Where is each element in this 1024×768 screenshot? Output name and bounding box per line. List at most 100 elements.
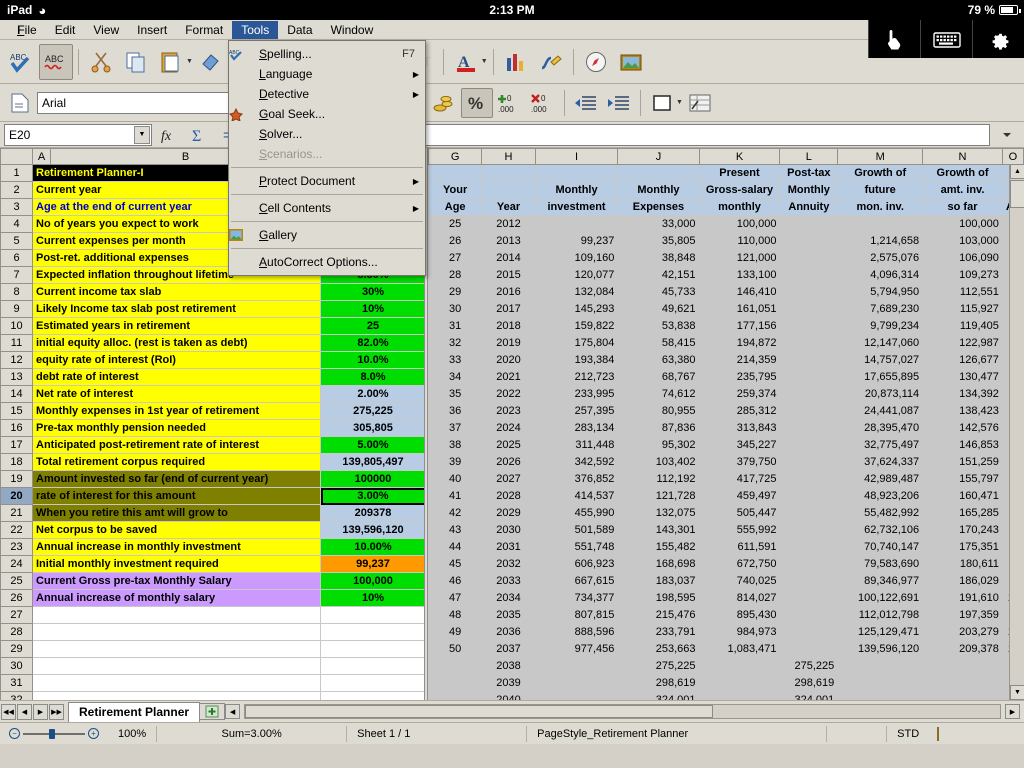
row-header-11[interactable]: 11	[1, 335, 33, 352]
table-header-cell[interactable]: Monthly	[780, 182, 838, 199]
table-cell[interactable]: 41	[429, 488, 482, 505]
table-cell[interactable]: 122,987	[923, 335, 1003, 352]
cell-label-row-16[interactable]: Pre-tax monthly pension needed	[33, 420, 321, 437]
table-cell[interactable]: 43	[429, 522, 482, 539]
table-cell[interactable]: 24,441,087	[838, 403, 923, 420]
table-cell[interactable]: 50	[429, 641, 482, 658]
row-header-3[interactable]: 3	[1, 199, 33, 216]
zoom-slider[interactable]: − +	[0, 728, 108, 739]
table-cell[interactable]: 233,995	[535, 386, 618, 403]
table-cell[interactable]: 134,392	[923, 386, 1003, 403]
table-cell[interactable]: 49	[429, 624, 482, 641]
table-cell[interactable]: 26	[429, 233, 482, 250]
table-cell[interactable]	[780, 369, 838, 386]
table-cell[interactable]	[780, 250, 838, 267]
cell-value-row-23[interactable]: 10.00%	[321, 539, 426, 556]
table-cell[interactable]: 17,655,895	[838, 369, 923, 386]
table-cell[interactable]: 33,000	[618, 216, 699, 233]
keyboard-toggle-button[interactable]	[920, 20, 972, 58]
table-cell[interactable]: 121,728	[618, 488, 699, 505]
table-cell[interactable]	[780, 539, 838, 556]
delete-decimal-icon[interactable]: 0.000	[527, 88, 559, 118]
table-cell[interactable]: 2038	[482, 658, 535, 675]
conditional-format-icon[interactable]	[684, 88, 716, 118]
menu-item-edit[interactable]: Edit	[46, 21, 85, 39]
table-cell[interactable]: 36	[429, 403, 482, 420]
menu-item-file[interactable]: FFile	[8, 21, 46, 39]
table-cell[interactable]	[780, 505, 838, 522]
cell-label-row-25[interactable]: Current Gross pre-tax Monthly Salary	[33, 573, 321, 590]
column-header-A[interactable]: A	[33, 149, 51, 165]
table-cell[interactable]	[429, 692, 482, 701]
row-header-14[interactable]: 14	[1, 386, 33, 403]
table-cell[interactable]: 27	[429, 250, 482, 267]
table-cell[interactable]: 2019	[482, 335, 535, 352]
gallery-image-icon[interactable]	[614, 44, 648, 80]
table-header-cell[interactable]: amt. inv.	[923, 182, 1003, 199]
table-cell[interactable]: 740,025	[699, 573, 780, 590]
menu-item-format[interactable]: Format	[176, 21, 232, 39]
table-header-cell[interactable]	[482, 182, 535, 199]
table-cell[interactable]: 672,750	[699, 556, 780, 573]
table-cell[interactable]: 139,596,120	[838, 641, 923, 658]
row-header-17[interactable]: 17	[1, 437, 33, 454]
add-decimal-icon[interactable]: 0.000	[494, 88, 526, 118]
table-cell[interactable]: 177,156	[699, 318, 780, 335]
menu-option-cell-contents[interactable]: Cell Contents▶	[229, 198, 425, 218]
table-header-cell[interactable]: Growth of	[923, 165, 1003, 182]
table-cell[interactable]	[535, 675, 618, 692]
table-cell[interactable]: 379,750	[699, 454, 780, 471]
menu-item-insert[interactable]: Insert	[128, 21, 176, 39]
table-cell[interactable]: 2021	[482, 369, 535, 386]
clone-formatting-button[interactable]	[194, 44, 228, 80]
table-cell[interactable]: 100,000	[699, 216, 780, 233]
row-header-12[interactable]: 12	[1, 352, 33, 369]
table-cell[interactable]: 49,621	[618, 301, 699, 318]
table-cell[interactable]: 175,804	[535, 335, 618, 352]
row-header-23[interactable]: 23	[1, 539, 33, 556]
cell-value-row-9[interactable]: 10%	[321, 301, 426, 318]
table-cell[interactable]: 7,689,230	[838, 301, 923, 318]
table-cell[interactable]: 214,359	[699, 352, 780, 369]
table-cell[interactable]: 145,293	[535, 301, 618, 318]
menu-option-autocorrect-options[interactable]: AutoCorrect Options...	[229, 252, 425, 272]
cell-label-row-15[interactable]: Monthly expenses in 1st year of retireme…	[33, 403, 321, 420]
menu-option-gallery[interactable]: Gallery	[229, 225, 425, 245]
table-cell[interactable]: 2029	[482, 505, 535, 522]
cell-label-row-26[interactable]: Annual increase of monthly salary	[33, 590, 321, 607]
compass-icon[interactable]	[579, 44, 613, 80]
menu-option-solver[interactable]: Solver...	[229, 124, 425, 144]
row-header-26[interactable]: 26	[1, 590, 33, 607]
table-cell[interactable]: 35	[429, 386, 482, 403]
table-cell[interactable]: 259,374	[699, 386, 780, 403]
row-header-27[interactable]: 27	[1, 607, 33, 624]
table-cell[interactable]: 313,843	[699, 420, 780, 437]
table-cell[interactable]	[780, 437, 838, 454]
cell-value-row-27[interactable]	[321, 607, 426, 624]
table-cell[interactable]	[780, 386, 838, 403]
cell-label-row-30[interactable]	[33, 658, 321, 675]
function-wizard-button[interactable]: fx	[156, 124, 182, 146]
spelling-button[interactable]: ABC	[4, 44, 38, 80]
cell-reference-dropdown-arrow[interactable]: ▼	[134, 126, 150, 144]
table-cell[interactable]: 9,799,234	[838, 318, 923, 335]
table-cell[interactable]	[838, 675, 923, 692]
table-cell[interactable]: 2013	[482, 233, 535, 250]
zoom-slider-track[interactable]	[23, 733, 85, 735]
sum-button[interactable]: Σ	[186, 124, 212, 146]
table-cell[interactable]: 2034	[482, 590, 535, 607]
scroll-down-button[interactable]: ▼	[1010, 685, 1024, 700]
table-cell[interactable]: 2032	[482, 556, 535, 573]
table-cell[interactable]: 212,723	[535, 369, 618, 386]
table-cell[interactable]: 42,989,487	[838, 471, 923, 488]
table-cell[interactable]: 44	[429, 539, 482, 556]
table-cell[interactable]	[780, 216, 838, 233]
table-cell[interactable]	[699, 692, 780, 701]
menu-option-spelling[interactable]: ABCSpelling...F7	[229, 44, 425, 64]
table-cell[interactable]: 38,848	[618, 250, 699, 267]
table-cell[interactable]: 2017	[482, 301, 535, 318]
table-cell[interactable]	[838, 658, 923, 675]
table-cell[interactable]	[923, 675, 1003, 692]
cell-value-row-19[interactable]: 100000	[321, 471, 426, 488]
row-header-18[interactable]: 18	[1, 454, 33, 471]
